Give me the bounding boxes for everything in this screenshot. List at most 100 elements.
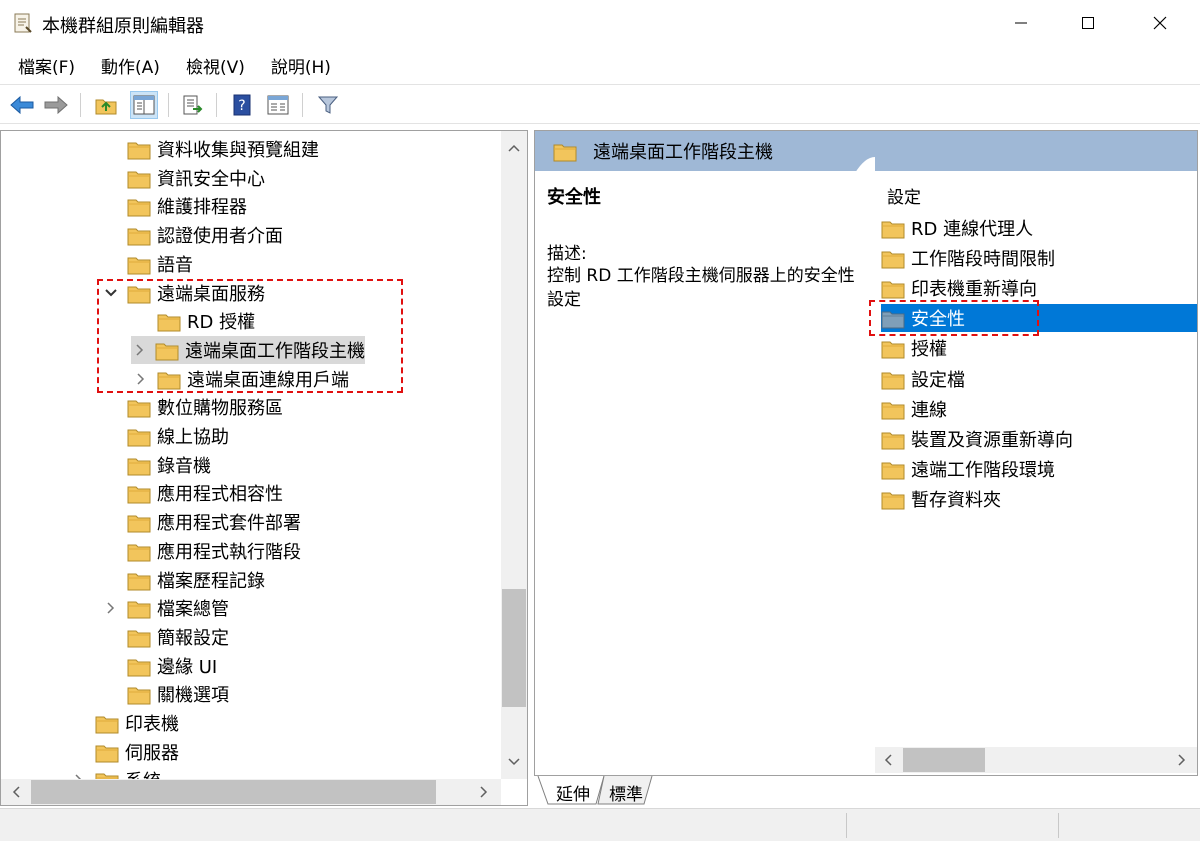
folder-icon [881,339,905,359]
scroll-up-icon[interactable] [501,135,527,161]
tree-item[interactable]: 維護排程器 [101,192,247,220]
scroll-left-icon[interactable] [3,779,29,805]
tree-item[interactable]: 簡報設定 [101,623,229,651]
folder-icon [95,743,119,763]
minimize-button[interactable] [985,0,1057,46]
menu-view[interactable]: 檢視(V) [176,53,255,78]
folder-icon [127,571,151,590]
tree-item[interactable]: 資料收集與預覽組建 [101,135,319,163]
tree-item[interactable]: 錄音機 [101,451,211,479]
tree-horizontal-scrollbar[interactable] [1,779,501,805]
settings-list-item-label: 暫存資料夾 [911,489,1001,511]
tree-item-label: 應用程式相容性 [157,484,283,506]
settings-list-item-label: 連線 [911,399,947,421]
list-horizontal-scrollbar[interactable] [875,747,1197,773]
folder-icon [881,279,905,299]
settings-list-item-label: 遠端工作階段環境 [911,459,1055,481]
window-title: 本機群組原則編輯器 [42,16,204,37]
view-tabs: 延伸 標準 [534,776,1198,806]
menu-help[interactable]: 說明(H) [261,53,341,78]
back-icon[interactable] [8,91,36,119]
policy-editor-icon [12,12,34,34]
settings-list-item[interactable]: 裝置及資源重新導向 [881,425,1197,453]
tab-standard[interactable]: 標準 [602,778,650,806]
tree-item-label: 應用程式套件部署 [157,513,301,535]
tree-item[interactable]: 關機選項 [101,680,229,708]
tree-item[interactable]: 印表機 [69,709,179,737]
svg-text:?: ? [238,98,245,114]
status-separator [846,813,847,838]
settings-list-item[interactable]: 授權 [881,334,1197,362]
settings-list-item[interactable]: 工作階段時間限制 [881,244,1197,272]
tree-item[interactable]: 系統 [69,766,161,779]
tree-item[interactable]: 資訊安全中心 [101,164,265,192]
folder-icon [881,249,905,269]
tree-item-label: 語音 [157,254,193,276]
folder-icon [881,430,905,450]
scroll-down-icon[interactable] [501,749,527,775]
close-button[interactable] [1124,0,1196,46]
folder-icon [127,657,151,677]
folder-icon [553,142,577,162]
tree-item[interactable]: 應用程式相容性 [101,479,283,507]
help-icon[interactable]: ? [228,91,256,119]
tree-item[interactable]: 認證使用者介面 [101,221,283,249]
tree-item-label: 應用程式執行階段 [157,541,301,563]
folder-icon [127,685,151,705]
show-hide-tree-icon[interactable] [130,91,158,119]
export-list-icon[interactable] [178,91,206,119]
tree-item[interactable]: 檔案總管 [101,594,229,622]
settings-list-item-label: 工作階段時間限制 [911,249,1055,271]
tree-item[interactable]: 應用程式套件部署 [101,508,301,536]
tree-item[interactable]: 數位購物服務區 [101,393,283,421]
tree-vscroll-thumb[interactable] [502,589,526,707]
tree-hscroll-thumb[interactable] [31,780,436,804]
tree-item-label: 邊緣 UI [157,656,218,678]
settings-list-item[interactable]: 遠端工作階段環境 [881,455,1197,483]
settings-list-item[interactable]: 設定檔 [881,365,1197,393]
settings-list-item[interactable]: RD 連線代理人 [881,214,1197,242]
tree-item-label: 線上協助 [157,427,229,448]
tree-item[interactable]: 檔案歷程記錄 [101,566,265,594]
forward-icon[interactable] [42,91,70,119]
menu-action[interactable]: 動作(A) [91,53,170,78]
tree-item[interactable]: 語音 [101,250,193,278]
folder-icon [127,456,151,476]
tree-vertical-scrollbar[interactable] [501,131,527,779]
annotation-highlight-box [869,300,1039,336]
scroll-left-icon[interactable] [875,747,901,773]
description-text: 控制 RD 工作階段主機伺服器上的安全性設定 [547,266,855,310]
maximize-button[interactable] [1052,0,1124,46]
menu-file[interactable]: 檔案(F) [8,53,85,78]
scroll-right-icon[interactable] [471,779,497,805]
tree-item-label: 伺服器 [125,742,179,764]
filter-icon[interactable] [314,91,342,119]
folder-icon [127,427,151,447]
list-hscroll-thumb[interactable] [903,748,985,772]
tree-item[interactable]: 伺服器 [69,738,179,766]
folder-icon [95,771,119,779]
folder-icon [881,490,905,510]
settings-list-item[interactable]: 印表機重新導向 [881,274,1197,302]
folder-icon [127,255,151,275]
tree-pane: 資料收集與預覽組建 資訊安全中心 維護排程器 認證使用者介面 語音 遠端桌面服務 RD 授權… [0,130,528,806]
folder-icon [95,714,119,734]
settings-list-item-label: 設定檔 [911,369,965,391]
tab-extended[interactable]: 延伸 [548,778,598,806]
toolbar-separator [168,93,169,117]
status-separator [1058,813,1059,838]
folder-icon [127,197,151,217]
scroll-right-icon[interactable] [1169,747,1195,773]
tree-item[interactable]: 應用程式執行階段 [101,537,301,565]
column-header-setting[interactable]: 設定 [887,183,921,208]
chevron-right-icon[interactable] [101,602,121,614]
view-icon[interactable] [264,91,292,119]
settings-list-item[interactable]: 連線 [881,395,1197,423]
settings-list-item[interactable]: 暫存資料夾 [881,485,1197,513]
tree-item[interactable]: 線上協助 [101,422,229,450]
folder-icon [881,460,905,480]
folder-icon [127,513,151,533]
tree-item[interactable]: 邊緣 UI [101,652,217,680]
up-folder-icon[interactable] [92,91,120,119]
toolbar-separator [80,93,81,117]
